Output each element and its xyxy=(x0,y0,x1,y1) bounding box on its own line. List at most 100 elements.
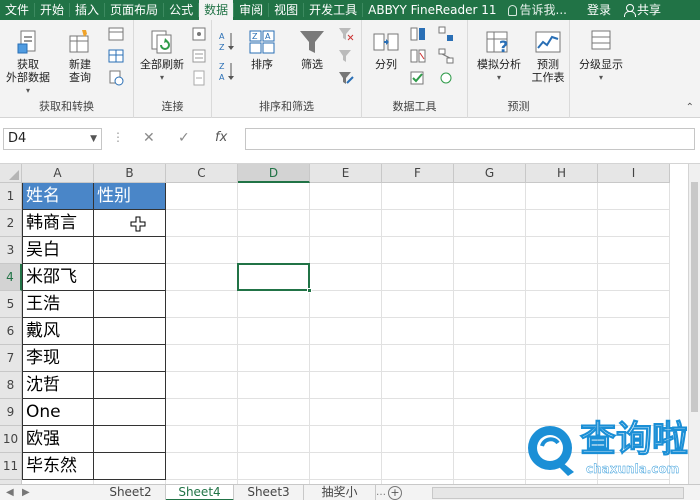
grid-cell[interactable] xyxy=(526,318,598,345)
grid-cell[interactable] xyxy=(598,183,670,210)
select-all-corner[interactable] xyxy=(0,164,22,183)
grid-cell[interactable] xyxy=(238,318,310,345)
grid-cell[interactable] xyxy=(382,183,454,210)
row-header-2[interactable]: 2 xyxy=(0,210,22,237)
grid-cell[interactable] xyxy=(166,453,238,480)
filter-button[interactable]: 筛选 xyxy=(294,28,330,71)
grid-cell[interactable] xyxy=(454,453,526,480)
relationships-icon[interactable] xyxy=(438,48,454,64)
insert-function-icon[interactable]: fx xyxy=(215,130,227,146)
add-sheet-icon[interactable]: + xyxy=(388,486,402,500)
name-cell[interactable]: 米邵飞 xyxy=(22,264,94,291)
grid-cell[interactable] xyxy=(382,264,454,291)
vertical-scroll-thumb[interactable] xyxy=(691,182,698,412)
next-sheet-icon[interactable]: ▶ xyxy=(22,485,30,500)
share-button[interactable]: 共享 xyxy=(619,0,665,20)
grid-cell[interactable] xyxy=(382,318,454,345)
sort-za-button[interactable]: ZA xyxy=(218,60,236,82)
consolidate-icon[interactable] xyxy=(438,26,454,42)
show-queries-icon[interactable] xyxy=(108,26,124,42)
grid-cell[interactable] xyxy=(166,318,238,345)
more-sheets-icon[interactable]: … xyxy=(376,485,386,500)
gender-cell[interactable] xyxy=(94,372,166,399)
reapply-icon[interactable] xyxy=(338,48,354,64)
sheet-tab-3[interactable]: 抽奖小 xyxy=(304,485,376,500)
grid-cell[interactable] xyxy=(526,345,598,372)
outline-button[interactable]: 分级显示 ▾ xyxy=(574,28,628,84)
forecast-sheet-button[interactable]: 预测 工作表 xyxy=(528,28,568,84)
column-header-a[interactable]: A xyxy=(22,164,94,183)
login-button[interactable]: 登录 xyxy=(579,0,619,20)
row-header-11[interactable]: 11 xyxy=(0,453,22,480)
sheet-tab-0[interactable]: Sheet2 xyxy=(96,485,166,500)
column-header-f[interactable]: F xyxy=(382,164,454,183)
grid-cell[interactable] xyxy=(526,183,598,210)
row-header-10[interactable]: 10 xyxy=(0,426,22,453)
grid-cell[interactable] xyxy=(310,399,382,426)
grid-cell[interactable] xyxy=(454,210,526,237)
tab-2[interactable]: 插入 xyxy=(70,0,104,20)
column-header-c[interactable]: C xyxy=(166,164,238,183)
collapse-ribbon-icon[interactable]: ⌃ xyxy=(686,102,694,113)
tab-4[interactable]: 公式 xyxy=(164,0,198,20)
grid-cell[interactable] xyxy=(238,426,310,453)
sheet-tab-1[interactable]: Sheet4 xyxy=(166,485,234,500)
tab-5[interactable]: 数据 xyxy=(199,0,234,20)
name-cell[interactable]: 韩商言 xyxy=(22,210,94,237)
name-cell[interactable]: 王浩 xyxy=(22,291,94,318)
tab-7[interactable]: 视图 xyxy=(269,0,303,20)
name-cell[interactable]: 欧强 xyxy=(22,426,94,453)
grid-cell[interactable] xyxy=(310,291,382,318)
formula-input[interactable] xyxy=(245,128,695,150)
sort-az-button[interactable]: AZ xyxy=(218,30,236,52)
grid-cell[interactable] xyxy=(238,372,310,399)
gender-cell[interactable] xyxy=(94,291,166,318)
horizontal-scrollbar[interactable] xyxy=(432,487,684,499)
prev-sheet-icon[interactable]: ◀ xyxy=(6,485,14,500)
grid-cell[interactable] xyxy=(310,183,382,210)
grid-cell[interactable] xyxy=(310,345,382,372)
enter-check-icon[interactable]: ✓ xyxy=(178,130,190,146)
new-query-button[interactable]: 新建 查询 xyxy=(58,28,102,84)
name-cell[interactable]: 吴白 xyxy=(22,237,94,264)
refresh-all-button[interactable]: 全部刷新 ▾ xyxy=(136,28,188,84)
from-table-icon[interactable] xyxy=(108,48,124,64)
fill-handle[interactable] xyxy=(307,288,312,293)
grid-cell[interactable] xyxy=(310,210,382,237)
grid-cell[interactable] xyxy=(598,345,670,372)
column-header-b[interactable]: B xyxy=(94,164,166,183)
grid-cell[interactable] xyxy=(238,453,310,480)
advanced-filter-icon[interactable] xyxy=(338,70,354,86)
name-box[interactable]: D4 ▼ xyxy=(3,128,102,150)
name-cell[interactable]: 戴风 xyxy=(22,318,94,345)
tab-3[interactable]: 页面布局 xyxy=(105,0,163,20)
grid-cell[interactable] xyxy=(310,426,382,453)
grid-cell[interactable] xyxy=(310,264,382,291)
tab-0[interactable]: 文件 xyxy=(0,0,34,20)
grid-cell[interactable] xyxy=(238,399,310,426)
grid-cell[interactable] xyxy=(454,291,526,318)
tab-8[interactable]: 开发工具 xyxy=(304,0,362,20)
sheet-tab-2[interactable]: Sheet3 xyxy=(234,485,304,500)
name-cell[interactable]: One xyxy=(22,399,94,426)
grid-cell[interactable] xyxy=(598,372,670,399)
row-header-9[interactable]: 9 xyxy=(0,399,22,426)
grid-cell[interactable] xyxy=(382,345,454,372)
row-header-8[interactable]: 8 xyxy=(0,372,22,399)
tab-9[interactable]: ABBYY FineReader 11 xyxy=(363,0,501,20)
grid-cell[interactable] xyxy=(598,264,670,291)
grid-cell[interactable] xyxy=(382,291,454,318)
gender-cell[interactable] xyxy=(94,318,166,345)
grid-cell[interactable] xyxy=(454,399,526,426)
grid-cell[interactable] xyxy=(526,291,598,318)
table-header-cell[interactable]: 性别 xyxy=(94,183,166,210)
grid-cell[interactable] xyxy=(598,318,670,345)
row-header-4[interactable]: 4 xyxy=(0,264,22,291)
gender-cell[interactable] xyxy=(94,399,166,426)
table-header-cell[interactable]: 姓名 xyxy=(22,183,94,210)
row-header-7[interactable]: 7 xyxy=(0,345,22,372)
column-header-g[interactable]: G xyxy=(454,164,526,183)
grid-cell[interactable] xyxy=(166,291,238,318)
edit-links-icon[interactable] xyxy=(191,70,207,86)
grid-cell[interactable] xyxy=(454,237,526,264)
